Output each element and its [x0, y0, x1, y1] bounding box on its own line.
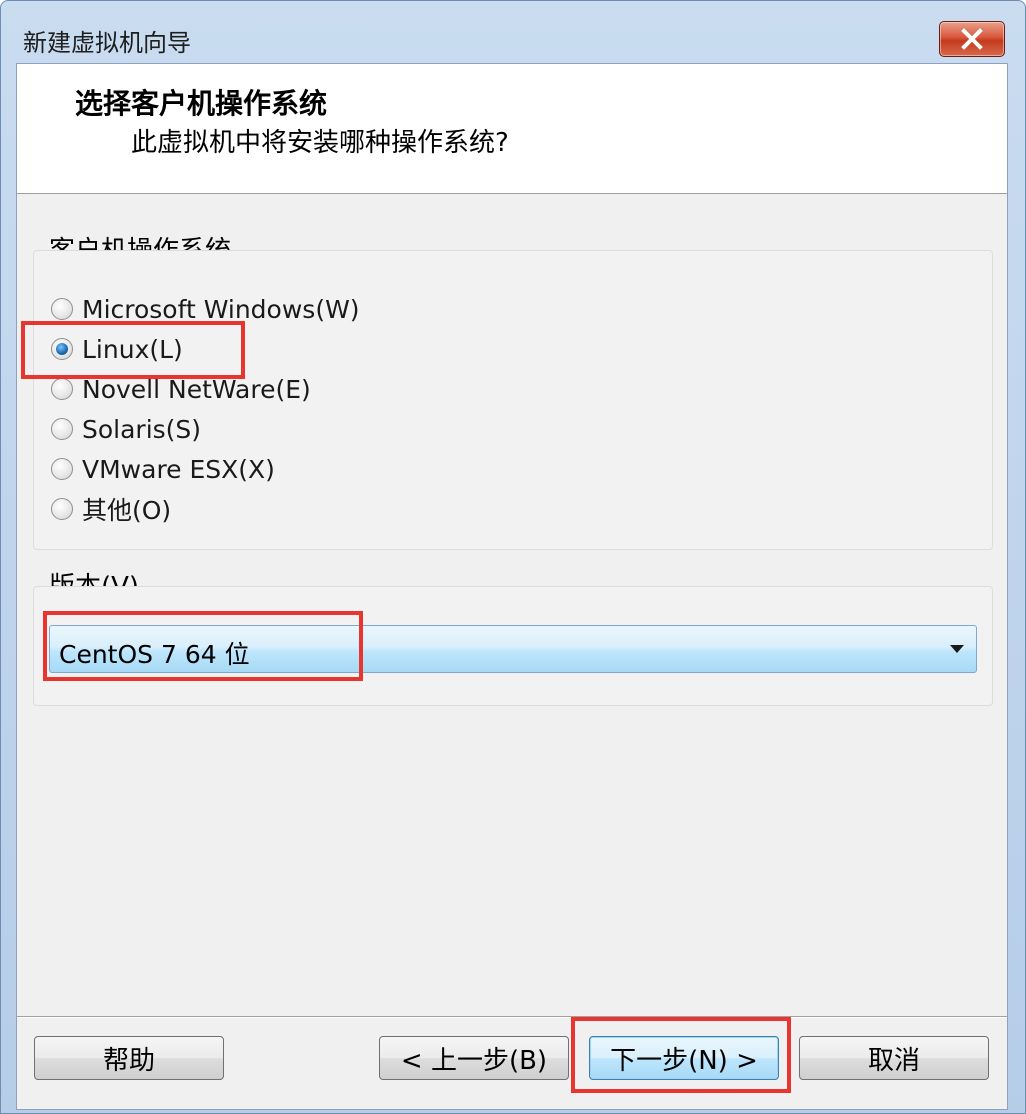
version-dropdown-value: CentOS 7 64 位 — [59, 640, 250, 669]
radio-button[interactable] — [51, 498, 73, 520]
radio-button[interactable] — [51, 298, 73, 320]
radio-option-linux[interactable]: Linux(L) — [51, 332, 183, 366]
page-title: 选择客户机操作系统 — [75, 87, 328, 120]
help-button[interactable]: 帮助 — [34, 1036, 224, 1080]
back-button[interactable]: < 上一步(B) — [379, 1036, 569, 1080]
radio-label: 其他(O) — [82, 496, 172, 525]
radio-option-esx[interactable]: VMware ESX(X) — [51, 452, 275, 486]
version-dropdown[interactable]: CentOS 7 64 位 — [49, 625, 977, 673]
radio-option-netware[interactable]: Novell NetWare(E) — [51, 372, 311, 406]
cancel-button[interactable]: 取消 — [799, 1036, 989, 1080]
radio-button[interactable] — [51, 458, 73, 480]
radio-option-other[interactable]: 其他(O) — [51, 492, 171, 526]
next-button[interactable]: 下一步(N) > — [589, 1036, 779, 1080]
radio-label: VMware ESX(X) — [82, 454, 275, 484]
window-title: 新建虚拟机向导 — [23, 29, 191, 57]
wizard-header: 选择客户机操作系统 此虚拟机中将安装哪种操作系统? — [17, 64, 1007, 194]
close-icon — [961, 28, 983, 50]
wizard-window: 新建虚拟机向导 选择客户机操作系统 此虚拟机中将安装哪种操作系统? 客户机操作系… — [0, 0, 1026, 1114]
radio-button[interactable] — [51, 418, 73, 440]
close-button[interactable] — [939, 21, 1005, 57]
radio-label: Novell NetWare(E) — [82, 374, 311, 404]
button-separator — [17, 1016, 1007, 1018]
chevron-down-icon[interactable] — [950, 645, 964, 653]
wizard-body: 选择客户机操作系统 此虚拟机中将安装哪种操作系统? 客户机操作系统 Micros… — [16, 63, 1008, 1110]
radio-button[interactable] — [51, 378, 73, 400]
radio-label: Linux(L) — [82, 334, 183, 364]
radio-option-solaris[interactable]: Solaris(S) — [51, 412, 201, 446]
radio-label: Microsoft Windows(W) — [82, 294, 360, 324]
radio-label: Solaris(S) — [82, 414, 202, 444]
radio-option-windows[interactable]: Microsoft Windows(W) — [51, 292, 360, 326]
title-bar[interactable]: 新建虚拟机向导 — [1, 1, 1025, 63]
radio-button-selected[interactable] — [51, 338, 73, 360]
page-subtitle: 此虚拟机中将安装哪种操作系统? — [131, 128, 509, 158]
